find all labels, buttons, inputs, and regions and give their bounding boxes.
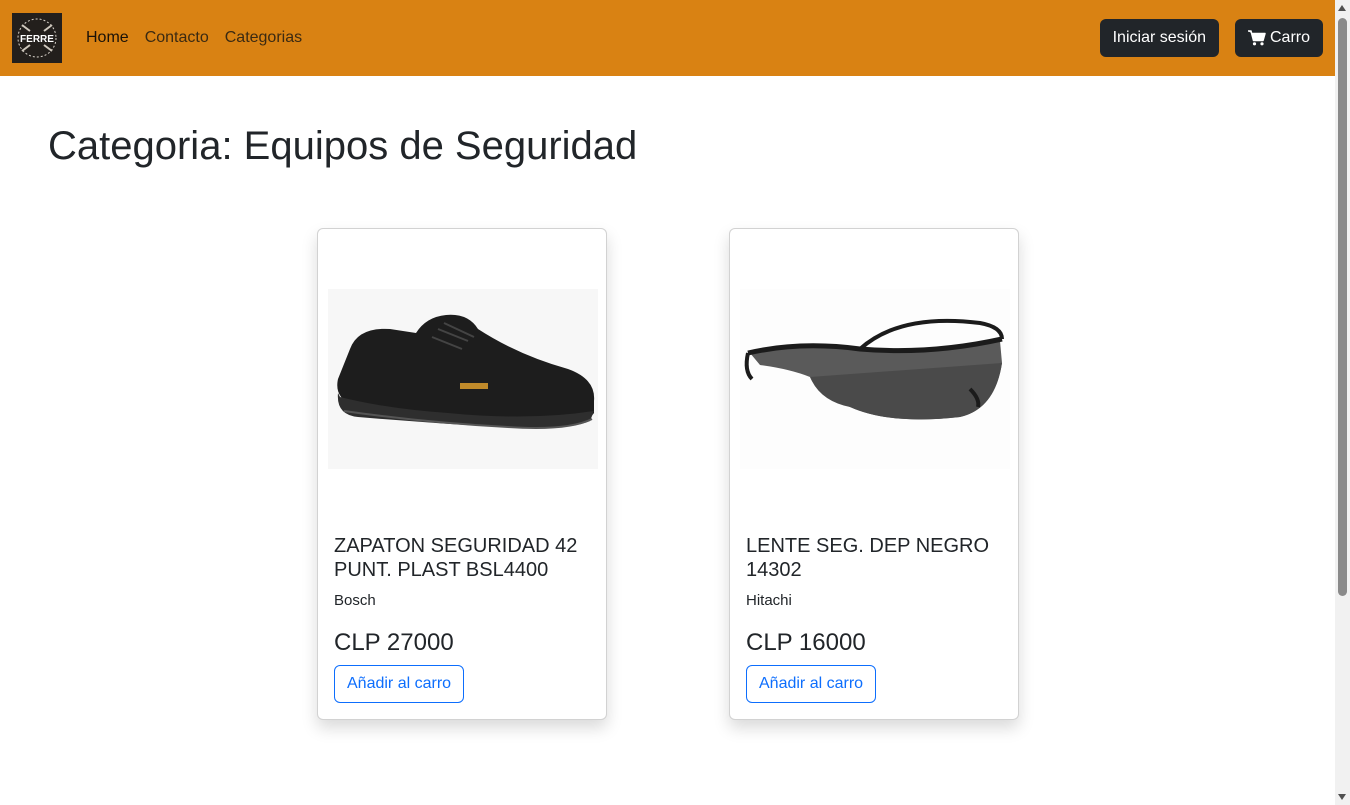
product-title: LENTE SEG. DEP NEGRO 14302 <box>746 535 990 581</box>
product-brand: Hitachi <box>746 592 792 609</box>
product-title: ZAPATON SEGURIDAD 42 PUNT. PLAST BSL4400 <box>334 535 578 581</box>
add-to-cart-button[interactable]: Añadir al carro <box>334 665 465 703</box>
nav-link-home[interactable]: Home <box>86 29 129 47</box>
page-title: Categoria: Equipos de Seguridad <box>48 124 638 168</box>
product-card: ZAPATON SEGURIDAD 42 PUNT. PLAST BSL4400… <box>317 228 607 720</box>
safety-shoe-image <box>328 239 598 519</box>
product-price: CLP 27000 <box>334 629 454 656</box>
nav-link-categorias[interactable]: Categorias <box>225 29 302 47</box>
scroll-thumb[interactable] <box>1338 18 1347 596</box>
logo-text: FERRE <box>20 34 54 45</box>
ferre-logo-icon: FERRE <box>17 18 57 58</box>
navbar: FERRE Home Contacto Categorias Iniciar s… <box>0 0 1335 76</box>
product-price: CLP 16000 <box>746 629 866 656</box>
card-body: ZAPATON SEGURIDAD 42 PUNT. PLAST BSL4400… <box>334 534 590 703</box>
scroll-down-arrow-icon[interactable] <box>1338 794 1346 800</box>
brand-logo[interactable]: FERRE <box>12 13 62 63</box>
add-to-cart-button[interactable]: Añadir al carro <box>746 665 877 703</box>
product-brand: Bosch <box>334 592 376 609</box>
login-button-label: Iniciar sesión <box>1112 29 1206 46</box>
page: FERRE Home Contacto Categorias Iniciar s… <box>0 0 1350 805</box>
safety-glasses-image <box>740 239 1010 519</box>
login-button[interactable]: Iniciar sesión <box>1099 19 1219 57</box>
nav-link-contacto[interactable]: Contacto <box>145 29 209 47</box>
product-card: LENTE SEG. DEP NEGRO 14302 Hitachi CLP 1… <box>729 228 1019 720</box>
shopping-cart-icon <box>1247 30 1266 46</box>
navbar-actions: Iniciar sesión Carro <box>1099 19 1323 57</box>
cart-button[interactable]: Carro <box>1234 19 1323 57</box>
cart-button-label: Carro <box>1269 29 1310 46</box>
vertical-scrollbar[interactable] <box>1335 0 1350 805</box>
card-body: LENTE SEG. DEP NEGRO 14302 Hitachi CLP 1… <box>746 534 1002 703</box>
scroll-up-arrow-icon[interactable] <box>1338 5 1346 11</box>
